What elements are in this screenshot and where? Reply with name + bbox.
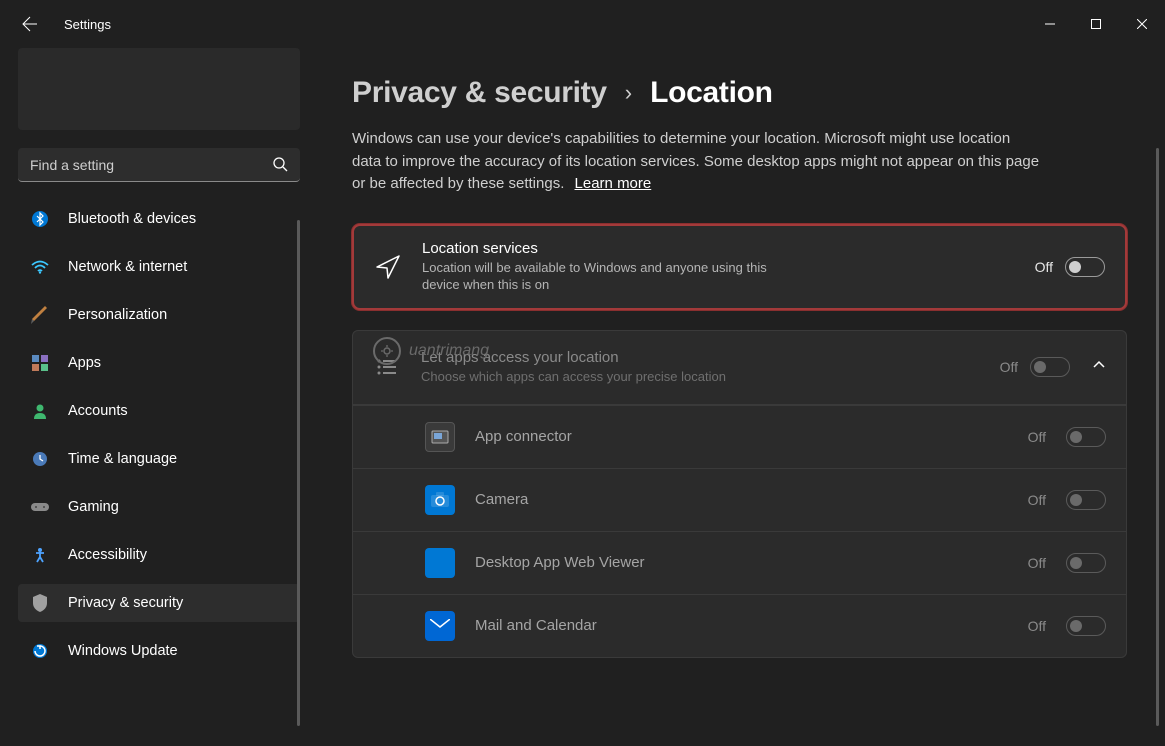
learn-more-link[interactable]: Learn more bbox=[575, 175, 652, 192]
app-row-desktop-viewer[interactable]: Desktop App Web Viewer Off bbox=[353, 531, 1126, 594]
toggle-state-label: Off bbox=[1028, 429, 1046, 445]
sidebar-nav: Bluetooth & devices Network & internet P… bbox=[18, 200, 300, 746]
titlebar: Settings bbox=[0, 0, 1165, 48]
app-toggle[interactable] bbox=[1066, 427, 1106, 447]
sidebar-item-label: Bluetooth & devices bbox=[68, 211, 196, 227]
toggle-state-label: Off bbox=[1000, 359, 1018, 375]
breadcrumb-current: Location bbox=[650, 76, 773, 110]
card-subtitle: Choose which apps can access your precis… bbox=[421, 368, 781, 386]
location-services-toggle[interactable] bbox=[1065, 257, 1105, 277]
location-services-card[interactable]: Location services Location will be avail… bbox=[352, 224, 1127, 310]
sidebar-item-time-language[interactable]: Time & language bbox=[18, 440, 300, 478]
app-row-app-connector[interactable]: App connector Off bbox=[353, 405, 1126, 468]
minimize-button[interactable] bbox=[1027, 8, 1073, 40]
main-content: Privacy & security › Location Windows ca… bbox=[310, 48, 1165, 746]
app-row-mail-calendar[interactable]: Mail and Calendar Off bbox=[353, 594, 1126, 657]
sidebar-item-network[interactable]: Network & internet bbox=[18, 248, 300, 286]
chevron-up-icon[interactable] bbox=[1092, 358, 1106, 377]
search-icon bbox=[272, 156, 288, 177]
app-name-label: Camera bbox=[475, 491, 1008, 508]
camera-icon bbox=[425, 485, 455, 515]
brush-icon bbox=[30, 305, 50, 325]
toggle-state-label: Off bbox=[1028, 555, 1046, 571]
app-access-header[interactable]: uantrimang Let apps access your location… bbox=[353, 331, 1126, 405]
sidebar-item-apps[interactable]: Apps bbox=[18, 344, 300, 382]
card-title: Let apps access your location bbox=[421, 349, 980, 366]
sidebar-item-personalization[interactable]: Personalization bbox=[18, 296, 300, 334]
sidebar-item-bluetooth[interactable]: Bluetooth & devices bbox=[18, 200, 300, 238]
sidebar-item-label: Apps bbox=[68, 355, 101, 371]
sidebar-item-label: Time & language bbox=[68, 451, 177, 467]
clock-icon bbox=[30, 449, 50, 469]
sidebar-item-label: Personalization bbox=[68, 307, 167, 323]
close-button[interactable] bbox=[1119, 8, 1165, 40]
sidebar-item-accounts[interactable]: Accounts bbox=[18, 392, 300, 430]
toggle-state-label: Off bbox=[1035, 259, 1053, 275]
toggle-state-label: Off bbox=[1028, 492, 1046, 508]
person-icon bbox=[30, 401, 50, 421]
sidebar-item-label: Windows Update bbox=[68, 643, 178, 659]
maximize-button[interactable] bbox=[1073, 8, 1119, 40]
toggle-state-label: Off bbox=[1028, 618, 1046, 634]
app-access-toggle[interactable] bbox=[1030, 357, 1070, 377]
app-toggle[interactable] bbox=[1066, 616, 1106, 636]
app-name-label: App connector bbox=[475, 428, 1008, 445]
back-button[interactable] bbox=[20, 14, 40, 34]
app-toggle[interactable] bbox=[1066, 553, 1106, 573]
sidebar-item-label: Network & internet bbox=[68, 259, 187, 275]
app-name-label: Desktop App Web Viewer bbox=[475, 554, 1008, 571]
desktop-viewer-icon bbox=[425, 548, 455, 578]
sidebar-item-gaming[interactable]: Gaming bbox=[18, 488, 300, 526]
breadcrumb-parent[interactable]: Privacy & security bbox=[352, 76, 607, 110]
update-icon bbox=[30, 641, 50, 661]
list-icon bbox=[373, 356, 401, 378]
main-scrollbar[interactable] bbox=[1156, 148, 1159, 726]
app-access-section: uantrimang Let apps access your location… bbox=[352, 330, 1127, 658]
app-row-camera[interactable]: Camera Off bbox=[353, 468, 1126, 531]
card-title: Location services bbox=[422, 240, 1015, 257]
sidebar-item-label: Gaming bbox=[68, 499, 119, 515]
user-block[interactable] bbox=[18, 48, 300, 130]
sidebar-item-accessibility[interactable]: Accessibility bbox=[18, 536, 300, 574]
sidebar-item-windows-update[interactable]: Windows Update bbox=[18, 632, 300, 670]
window-controls bbox=[1027, 8, 1165, 40]
sidebar-item-label: Accessibility bbox=[68, 547, 147, 563]
sidebar-scrollbar[interactable] bbox=[297, 220, 300, 726]
mail-icon bbox=[425, 611, 455, 641]
sidebar-item-label: Accounts bbox=[68, 403, 128, 419]
breadcrumb: Privacy & security › Location bbox=[352, 76, 1127, 110]
app-name-label: Mail and Calendar bbox=[475, 617, 1008, 634]
accessibility-icon bbox=[30, 545, 50, 565]
page-description: Windows can use your device's capabiliti… bbox=[352, 128, 1042, 196]
gamepad-icon bbox=[30, 497, 50, 517]
shield-icon bbox=[30, 593, 50, 613]
sidebar-item-label: Privacy & security bbox=[68, 595, 183, 611]
search-input[interactable] bbox=[18, 148, 300, 182]
app-connector-icon bbox=[425, 422, 455, 452]
app-title: Settings bbox=[64, 17, 111, 32]
sidebar-item-privacy-security[interactable]: Privacy & security bbox=[18, 584, 300, 622]
apps-icon bbox=[30, 353, 50, 373]
app-toggle[interactable] bbox=[1066, 490, 1106, 510]
card-subtitle: Location will be available to Windows an… bbox=[422, 259, 782, 294]
sidebar: Bluetooth & devices Network & internet P… bbox=[0, 48, 310, 746]
location-icon bbox=[374, 254, 402, 280]
wifi-icon bbox=[30, 257, 50, 277]
bluetooth-icon bbox=[30, 209, 50, 229]
chevron-right-icon: › bbox=[625, 80, 632, 106]
